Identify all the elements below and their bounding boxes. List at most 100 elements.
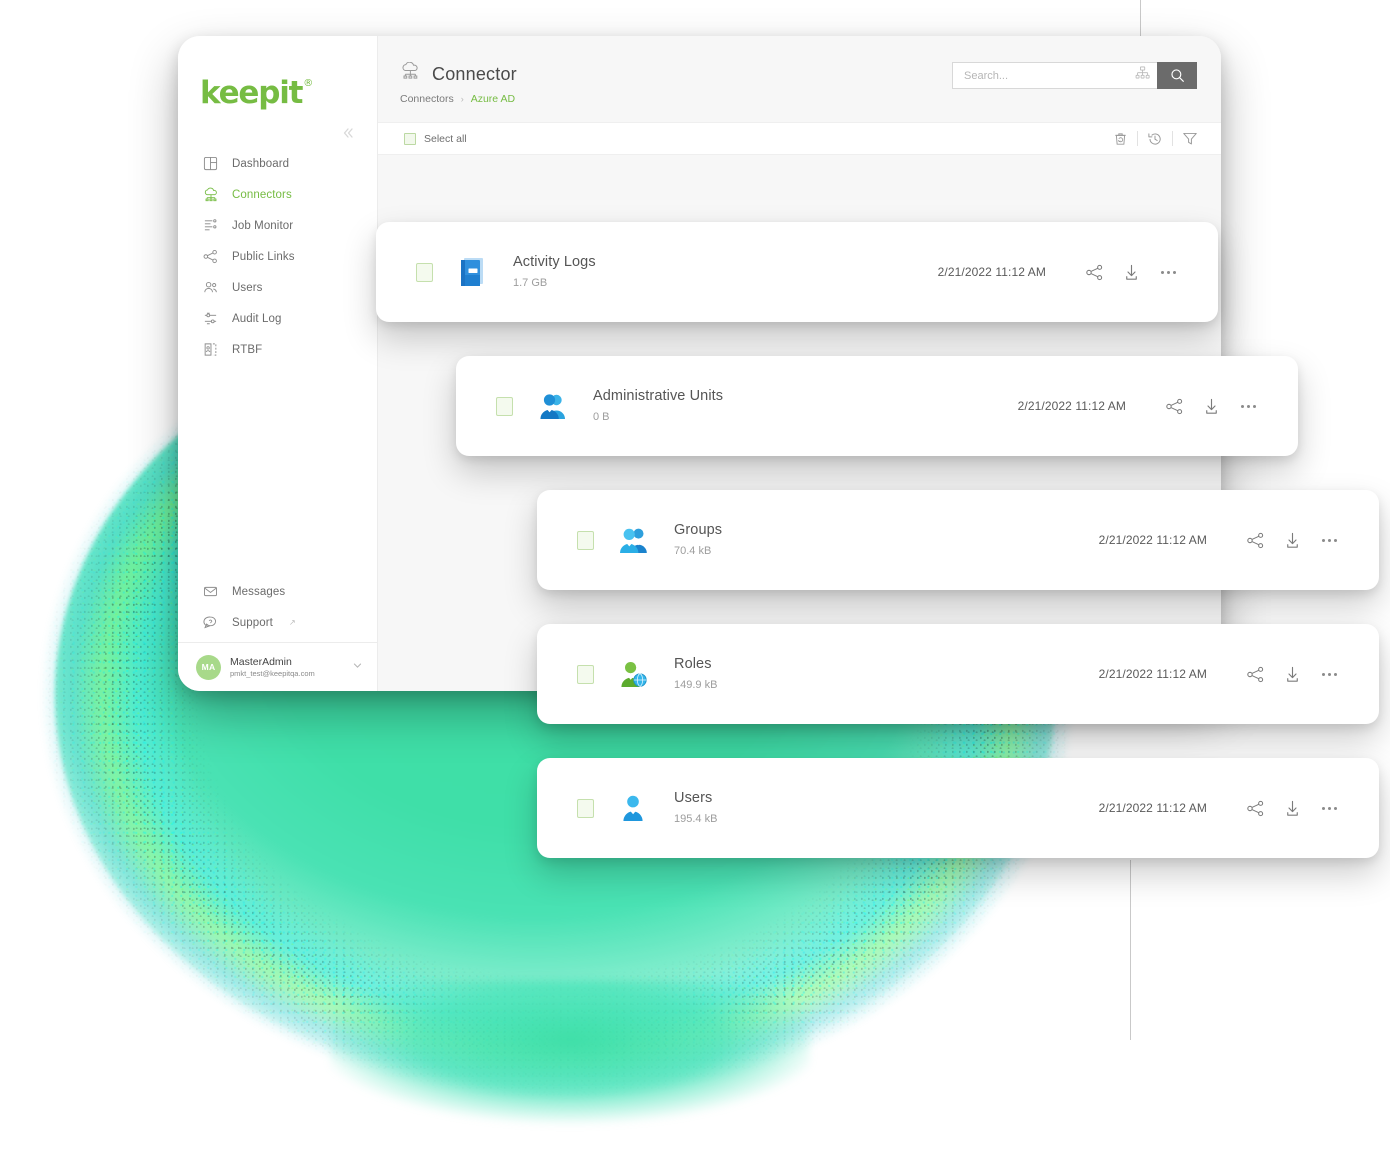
- admin-unit-person-icon: [535, 389, 569, 423]
- sidebar-item-label: Connectors: [232, 188, 292, 201]
- row-date: 2/21/2022 11:12 AM: [1017, 399, 1126, 413]
- more-options-icon[interactable]: [1315, 660, 1343, 688]
- sidebar-item-job-monitor[interactable]: Job Monitor: [178, 210, 377, 241]
- sidebar-bottom-nav: Messages Support ↗: [178, 576, 377, 642]
- more-options-icon[interactable]: [1154, 258, 1182, 286]
- row-date: 2/21/2022 11:12 AM: [1098, 667, 1207, 681]
- snapshot-history-icon[interactable]: [1138, 128, 1172, 150]
- chevron-double-left-icon: [343, 128, 353, 138]
- sidebar-item-label: Dashboard: [232, 157, 290, 170]
- row-text: Roles 149.9 kB: [674, 655, 1099, 693]
- audit-log-icon: [202, 310, 219, 327]
- blue-book-icon: [455, 255, 489, 289]
- sidebar-item-rtbf[interactable]: RTBF: [178, 334, 377, 365]
- filter-icon[interactable]: [1173, 128, 1207, 150]
- chevron-down-icon[interactable]: [352, 660, 363, 674]
- row-size: 0 B: [593, 410, 610, 423]
- user-email: pmkt_test@keepitqa.com: [230, 668, 315, 678]
- row-name: Administrative Units: [593, 387, 724, 404]
- sidebar-nav: Dashboard Connectors Job Monitor Public …: [178, 148, 377, 365]
- sidebar-item-support[interactable]: Support ↗: [178, 607, 377, 638]
- row-name: Groups: [674, 521, 723, 538]
- share-icon[interactable]: [1160, 392, 1188, 420]
- role-person-globe-icon: [616, 657, 650, 691]
- breadcrumb-item-azure-ad[interactable]: Azure AD: [471, 93, 515, 105]
- download-icon[interactable]: [1117, 258, 1145, 286]
- page-heading-group: Connector Connectors › Azure AD: [400, 61, 517, 105]
- restore-deleted-icon[interactable]: [1103, 128, 1137, 150]
- breadcrumb-item-connectors[interactable]: Connectors: [400, 93, 454, 105]
- search-button[interactable]: [1157, 62, 1197, 89]
- cloud-connector-icon: [400, 61, 421, 86]
- users-icon: [202, 279, 219, 296]
- sitemap-icon[interactable]: [1135, 66, 1150, 85]
- row-text: Administrative Units 0 B: [593, 387, 1018, 425]
- row-checkbox[interactable]: [577, 798, 594, 818]
- guide-line-top: [1140, 0, 1141, 40]
- user-person-icon: [616, 791, 650, 825]
- row-text: Groups 70.4 kB: [674, 521, 1099, 559]
- row-actions: [1160, 392, 1262, 420]
- row-date: 2/21/2022 11:12 AM: [937, 265, 1046, 279]
- guide-line-bottom: [1130, 860, 1131, 1040]
- row-actions: [1241, 526, 1343, 554]
- select-all-control[interactable]: Select all: [404, 132, 467, 145]
- more-options-icon[interactable]: [1315, 794, 1343, 822]
- more-options-icon[interactable]: [1234, 392, 1262, 420]
- logo-wordmark: keepit: [200, 75, 303, 111]
- chevron-right-icon: ›: [460, 94, 464, 104]
- sidebar-item-audit-log[interactable]: Audit Log: [178, 303, 377, 334]
- download-icon[interactable]: [1197, 392, 1225, 420]
- rtbf-icon: [202, 341, 219, 358]
- share-icon[interactable]: [1241, 660, 1269, 688]
- row-checkbox[interactable]: [577, 664, 594, 684]
- download-icon[interactable]: [1278, 526, 1306, 554]
- search-input[interactable]: [964, 69, 1129, 82]
- job-monitor-icon: [202, 217, 219, 234]
- cloud-connector-icon: [202, 186, 219, 203]
- sidebar-item-messages[interactable]: Messages: [178, 576, 377, 607]
- share-icon[interactable]: [1080, 258, 1108, 286]
- sidebar-item-users[interactable]: Users: [178, 272, 377, 303]
- dashboard-icon: [202, 155, 219, 172]
- more-options-icon[interactable]: [1315, 526, 1343, 554]
- breadcrumb: Connectors › Azure AD: [400, 93, 517, 105]
- select-all-label: Select all: [424, 132, 467, 145]
- sidebar-item-public-links[interactable]: Public Links: [178, 241, 377, 272]
- sidebar-item-dashboard[interactable]: Dashboard: [178, 148, 377, 179]
- download-icon[interactable]: [1278, 660, 1306, 688]
- row-actions: [1080, 258, 1182, 286]
- toolbar-actions: [1103, 128, 1207, 150]
- download-icon[interactable]: [1278, 794, 1306, 822]
- row-size: 1.7 GB: [513, 276, 548, 289]
- sidebar-item-connectors[interactable]: Connectors: [178, 179, 377, 210]
- sidebar-item-label: Support: [232, 616, 273, 629]
- user-account-menu[interactable]: MA MasterAdmin pmkt_test@keepitqa.com: [178, 642, 377, 691]
- sidebar-collapse-button[interactable]: [337, 122, 359, 144]
- sidebar: keepit® Dashboard Connectors Job Monitor…: [178, 36, 378, 691]
- row-name: Users: [674, 789, 713, 806]
- table-row[interactable]: Groups 70.4 kB 2/21/2022 11:12 AM: [537, 490, 1379, 590]
- row-checkbox[interactable]: [416, 262, 433, 282]
- table-row[interactable]: Administrative Units 0 B 2/21/2022 11:12…: [456, 356, 1298, 456]
- row-checkbox[interactable]: [577, 530, 594, 550]
- row-checkbox[interactable]: [496, 396, 513, 416]
- share-icon[interactable]: [1241, 794, 1269, 822]
- row-size: 195.4 kB: [674, 812, 718, 825]
- sidebar-item-label: Audit Log: [232, 312, 282, 325]
- table-row[interactable]: Activity Logs 1.7 GB 2/21/2022 11:12 AM: [376, 222, 1218, 322]
- search-group: [952, 62, 1197, 89]
- share-icon[interactable]: [1241, 526, 1269, 554]
- sidebar-item-label: RTBF: [232, 343, 263, 356]
- brand-logo[interactable]: keepit®: [178, 36, 377, 110]
- table-row[interactable]: Users 195.4 kB 2/21/2022 11:12 AM: [537, 758, 1379, 858]
- support-chat-icon: [202, 614, 219, 631]
- search-field: [952, 62, 1157, 89]
- avatar: MA: [196, 654, 221, 680]
- registered-trademark-icon: ®: [303, 78, 313, 89]
- table-row[interactable]: Roles 149.9 kB 2/21/2022 11:12 AM: [537, 624, 1379, 724]
- row-date: 2/21/2022 11:12 AM: [1098, 533, 1207, 547]
- select-all-checkbox[interactable]: [404, 132, 416, 145]
- page-title: Connector: [432, 63, 517, 84]
